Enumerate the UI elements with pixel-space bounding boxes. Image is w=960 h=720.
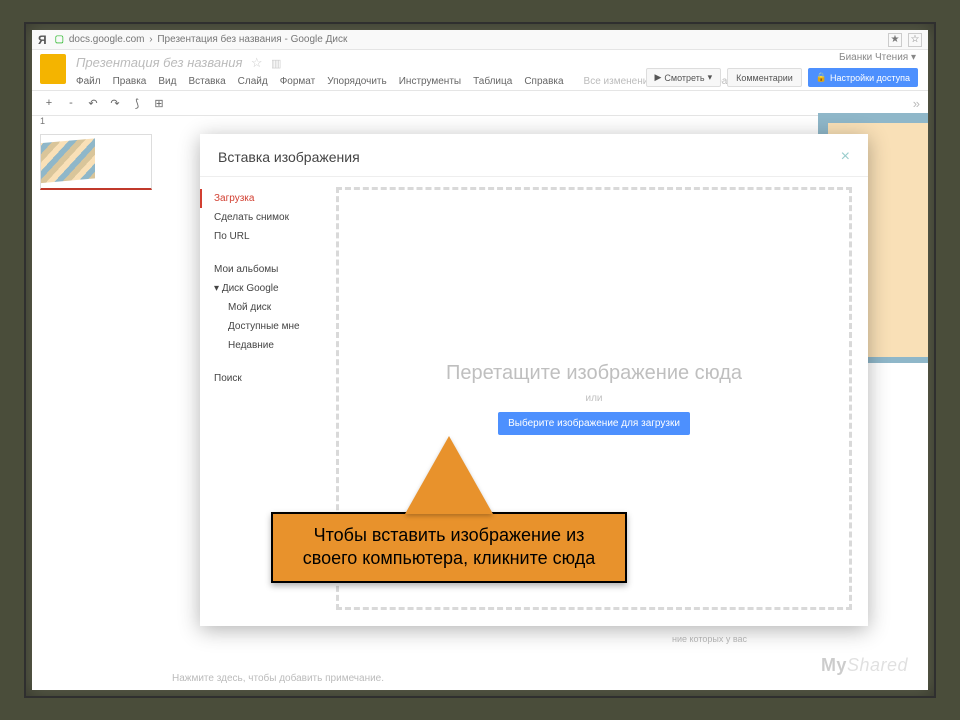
tab-upload[interactable]: Загрузка xyxy=(200,189,332,208)
thumbnail-panel[interactable]: 1 xyxy=(32,108,160,690)
yandex-logo[interactable]: Я xyxy=(38,33,47,47)
present-button[interactable]: ▶Смотреть▾ xyxy=(646,68,722,87)
star-icon[interactable]: ☆ xyxy=(908,33,922,47)
menu-insert[interactable]: Вставка xyxy=(188,76,225,87)
close-button[interactable]: × xyxy=(841,148,850,166)
tab-shared[interactable]: Доступные мне xyxy=(214,317,332,336)
watermark: MyShared xyxy=(821,655,908,676)
menu-format[interactable]: Формат xyxy=(280,76,316,87)
doc-star-icon[interactable]: ☆ xyxy=(251,55,263,70)
menu-arrange[interactable]: Упорядочить xyxy=(327,76,387,87)
doc-name[interactable]: Презентация без названия xyxy=(76,55,242,70)
permission-hint: ние которых у вас xyxy=(672,634,747,644)
dialog-sidebar: Загрузка Сделать снимок По URL Мои альбо… xyxy=(200,177,332,626)
insert-image-dialog: Вставка изображения × Загрузка Сделать с… xyxy=(200,134,868,626)
drop-text: Перетащите изображение сюда xyxy=(446,362,742,385)
speaker-notes[interactable]: Нажмите здесь, чтобы добавить примечание… xyxy=(172,673,384,684)
slides-logo-icon[interactable] xyxy=(40,54,66,84)
slide-thumbnail[interactable] xyxy=(40,134,152,190)
bookmark-icon[interactable]: ★ xyxy=(888,33,902,47)
dialog-title: Вставка изображения xyxy=(218,149,360,165)
menu-view[interactable]: Вид xyxy=(158,76,176,87)
comments-button[interactable]: Комментарии xyxy=(727,68,802,87)
lock-icon: ▢ xyxy=(55,34,64,45)
tab-albums[interactable]: Мои альбомы xyxy=(214,260,332,279)
titlebar: Презентация без названия ☆ ▥ Бианки Чтен… xyxy=(32,50,928,90)
tab-google-drive[interactable]: ▾ Диск Google xyxy=(214,279,332,298)
share-button[interactable]: 🔒Настройки доступа xyxy=(808,68,918,87)
user-menu[interactable]: Бианки Чтения ▾ xyxy=(839,52,916,63)
choose-file-button[interactable]: Выберите изображение для загрузки xyxy=(498,412,690,435)
browser-chrome: Я ▢ docs.google.com › Презентация без на… xyxy=(32,30,928,50)
address-breadcrumb[interactable]: ▢ docs.google.com › Презентация без назв… xyxy=(55,34,350,45)
drop-or: или xyxy=(585,393,602,404)
drop-zone[interactable]: Перетащите изображение сюда или Выберите… xyxy=(336,187,852,610)
lock-icon: 🔒 xyxy=(816,72,827,83)
menu-file[interactable]: Файл xyxy=(76,76,101,87)
tab-by-url[interactable]: По URL xyxy=(214,227,332,246)
menu-help[interactable]: Справка xyxy=(524,76,563,87)
folder-icon[interactable]: ▥ xyxy=(271,58,281,70)
app-window: Я ▢ docs.google.com › Презентация без на… xyxy=(32,30,928,690)
tab-search[interactable]: Поиск xyxy=(214,369,332,388)
slide-number: 1 xyxy=(40,116,45,126)
tab-recent[interactable]: Недавние xyxy=(214,336,332,355)
tab-my-drive[interactable]: Мой диск xyxy=(214,298,332,317)
menu-edit[interactable]: Правка xyxy=(113,76,147,87)
menu-table[interactable]: Таблица xyxy=(473,76,512,87)
menu-slide[interactable]: Слайд xyxy=(238,76,268,87)
menu-tools[interactable]: Инструменты xyxy=(399,76,461,87)
tab-snapshot[interactable]: Сделать снимок xyxy=(214,208,332,227)
